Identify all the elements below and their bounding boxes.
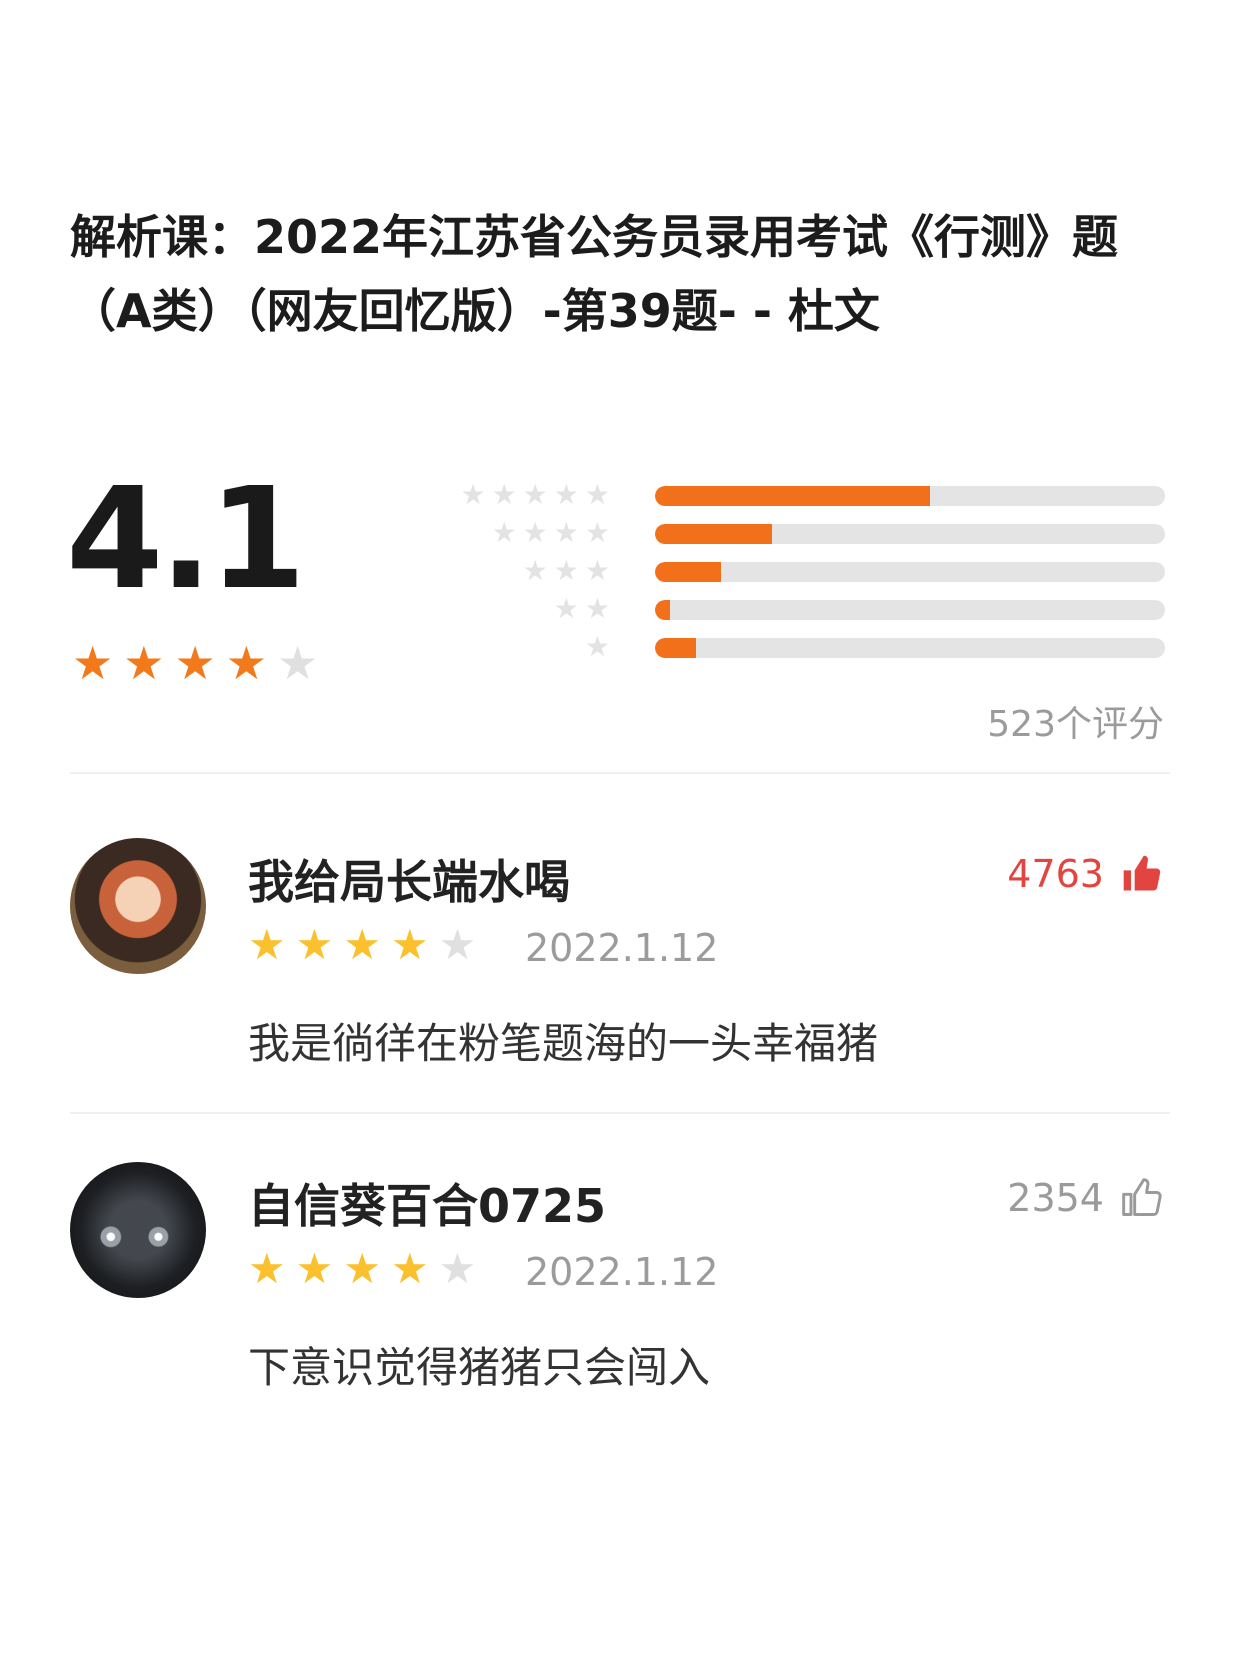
distribution-row: ★ ★ ★ ★: [430, 516, 1170, 554]
star-icon: ★: [248, 1244, 286, 1293]
review-comment: 下意识觉得猪猪只会闯入: [248, 1343, 711, 1392]
distribution-stars: ★ ★ ★: [523, 556, 610, 586]
distribution-bar-fill: [655, 638, 696, 658]
star-icon: ★: [390, 920, 429, 969]
rating-count: 523个评分: [987, 704, 1164, 745]
star-icon: ★: [390, 1244, 429, 1293]
distribution-bar: [655, 524, 1165, 544]
distribution-bar: [655, 486, 1165, 506]
thumbs-up-icon: [1123, 855, 1161, 891]
star-icon: ★: [491, 516, 517, 549]
distribution-bar: [655, 638, 1165, 658]
distribution-bar-fill: [655, 562, 722, 582]
like-button[interactable]: 2354: [1007, 1176, 1164, 1220]
distribution-bar-fill: [655, 524, 773, 544]
star-icon: ★: [584, 630, 610, 663]
star-icon: ★: [584, 592, 610, 625]
review-username[interactable]: 自信葵百合0725: [248, 1170, 606, 1236]
star-icon: ★: [553, 516, 579, 549]
avatar[interactable]: [70, 838, 206, 974]
review-date: 2022.1.12: [525, 926, 719, 970]
distribution-row: ★ ★ ★ ★ ★: [430, 478, 1170, 516]
page: { "course": { "title": "解析课：2022年江苏省公务员录…: [0, 0, 1242, 1656]
star-icon: ★: [584, 554, 610, 587]
thumbs-up-icon: [1122, 1178, 1162, 1216]
review-date: 2022.1.12: [525, 1250, 719, 1294]
like-count: 2354: [1007, 1176, 1104, 1220]
star-icon: ★: [553, 478, 579, 511]
average-score: 4.1: [66, 458, 306, 621]
star-icon: ★: [248, 920, 286, 969]
star-icon: ★: [123, 636, 165, 690]
star-icon: ★: [522, 554, 548, 587]
distribution-bar: [655, 600, 1165, 620]
star-icon: ★: [438, 1244, 477, 1293]
star-icon: ★: [343, 1244, 381, 1293]
star-icon: ★: [343, 920, 381, 969]
star-icon: ★: [584, 478, 610, 511]
star-icon: ★: [460, 478, 486, 511]
star-icon: ★: [553, 554, 579, 587]
average-stars: ★ ★ ★ ★ ★: [72, 640, 318, 686]
rating-card: 解析课：2022年江苏省公务员录用考试《行测》题（A类）（网友回忆版）-第39题…: [0, 170, 1242, 1480]
divider: [70, 1112, 1170, 1114]
distribution-stars: ★: [585, 632, 610, 662]
star-icon: ★: [491, 478, 517, 511]
review-stars: ★ ★ ★ ★ ★: [248, 1248, 476, 1290]
distribution-row: ★ ★: [430, 592, 1170, 630]
star-icon: ★: [174, 636, 216, 690]
star-icon: ★: [522, 478, 548, 511]
avatar[interactable]: [70, 1162, 206, 1298]
review-item: 我给局长端水喝 4763 ★ ★ ★ ★ ★ 2022.1.12 我是徜徉在粉笔…: [0, 838, 1242, 1118]
distribution-bar: [655, 562, 1165, 582]
star-icon: ★: [72, 636, 114, 690]
star-icon: ★: [553, 592, 579, 625]
distribution-bar-fill: [655, 600, 671, 620]
star-icon: ★: [522, 516, 548, 549]
like-button[interactable]: 4763: [1007, 852, 1164, 896]
review-stars: ★ ★ ★ ★ ★: [248, 924, 476, 966]
distribution-row: ★: [430, 630, 1170, 668]
review-comment: 我是徜徉在粉笔题海的一头幸福猪: [248, 1019, 879, 1068]
star-icon: ★: [295, 1244, 334, 1293]
star-icon: ★: [295, 920, 334, 969]
distribution-stars: ★ ★: [554, 594, 610, 624]
distribution-stars: ★ ★ ★ ★ ★: [460, 480, 610, 510]
star-icon: ★: [584, 516, 610, 549]
like-count: 4763: [1007, 852, 1104, 896]
distribution-stars: ★ ★ ★ ★: [492, 518, 610, 548]
divider: [70, 772, 1170, 774]
star-icon: ★: [277, 636, 319, 690]
star-icon: ★: [225, 636, 267, 690]
star-icon: ★: [438, 920, 477, 969]
course-title: 解析课：2022年江苏省公务员录用考试《行测》题（A类）（网友回忆版）-第39题…: [70, 210, 1119, 338]
distribution-bar-fill: [655, 486, 931, 506]
distribution-row: ★ ★ ★: [430, 554, 1170, 592]
review-item: 自信葵百合0725 2354 ★ ★ ★ ★ ★ 2022.1.12 下意识觉得…: [0, 1162, 1242, 1442]
rating-distribution: ★ ★ ★ ★ ★ ★ ★ ★ ★ ★ ★ ★ ★ ★ ★: [430, 478, 1170, 668]
review-username[interactable]: 我给局长端水喝: [248, 846, 570, 912]
